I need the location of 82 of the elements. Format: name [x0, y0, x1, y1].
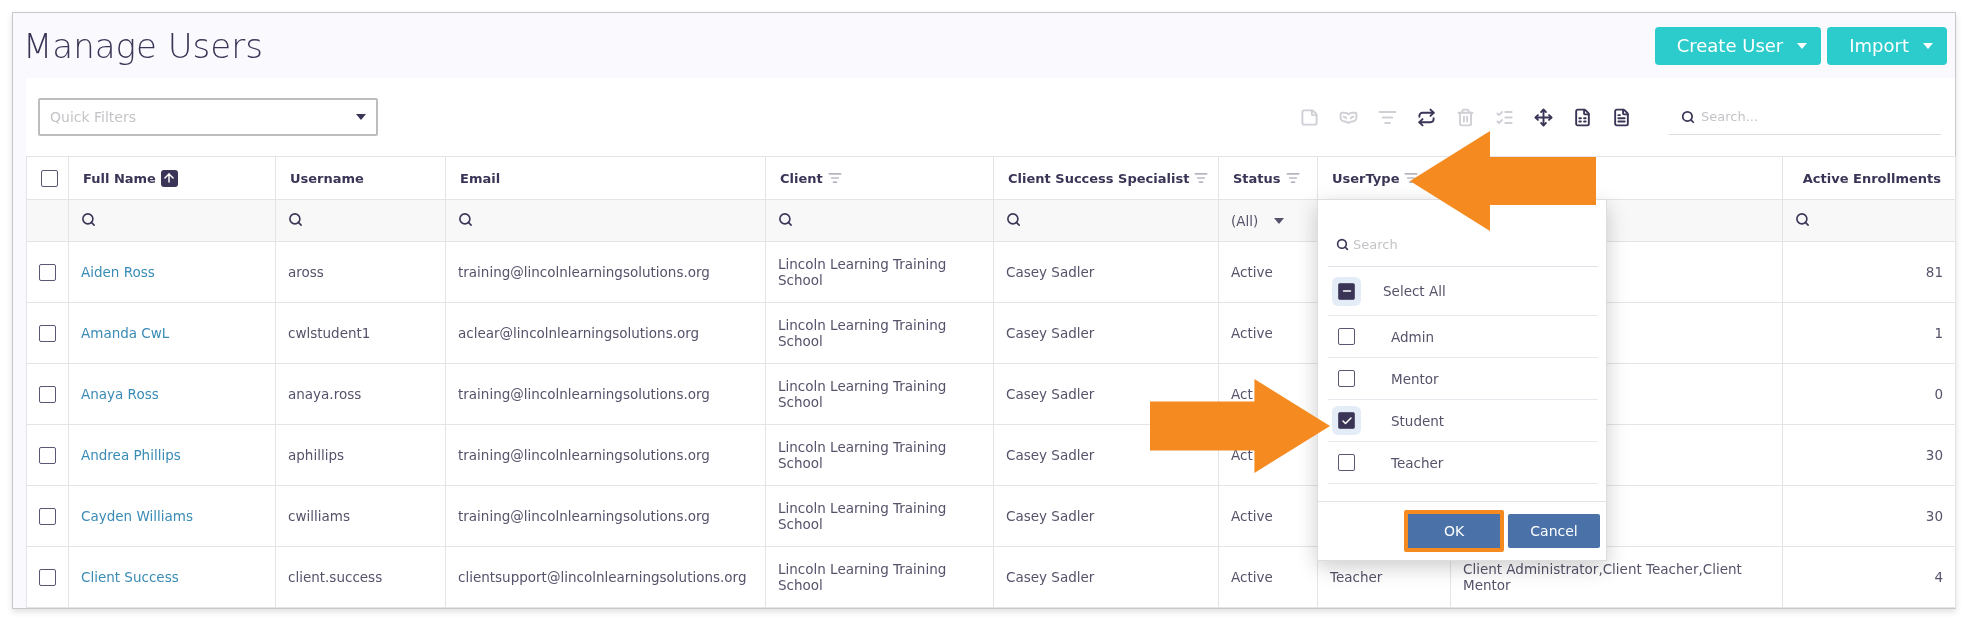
user-name-link[interactable]: Andrea Phillips [81, 446, 181, 463]
table-cell: cwilliams [288, 507, 350, 524]
table-cell: cwlstudent1 [288, 324, 371, 341]
table-cell: Active [1231, 324, 1273, 341]
ok-button[interactable]: OK [1404, 510, 1504, 552]
column-header[interactable]: Username [290, 170, 364, 186]
table-cell: 4 [1934, 568, 1943, 585]
checkbox[interactable] [1338, 328, 1355, 345]
table-cell: Lincoln Learning Training School [778, 316, 947, 349]
table-cell: training@lincolnlearningsolutions.org [458, 446, 710, 463]
checkbox[interactable] [1338, 454, 1355, 471]
option-label[interactable]: Teacher [1391, 454, 1444, 471]
search-icon [1336, 237, 1349, 251]
table-cell: Active [1231, 568, 1273, 585]
check-icon [1340, 414, 1353, 427]
search-icon [1681, 109, 1695, 124]
checkbox[interactable] [41, 169, 58, 187]
search-icon[interactable] [288, 211, 303, 227]
column-header[interactable]: Status [1233, 170, 1281, 186]
table-cell: Lincoln Learning Training School [778, 438, 947, 471]
user-name-link[interactable]: Anaya Ross [81, 385, 159, 402]
checkbox[interactable] [39, 263, 56, 281]
table-cell: aclear@lincolnlearningsolutions.org [458, 324, 700, 341]
table-cell: Client Administrator,Client Teacher,Client Mentor [1463, 560, 1742, 593]
page-title: Manage Users [23, 25, 263, 66]
table-cell: Lincoln Learning Training School [778, 377, 947, 410]
search-icon[interactable] [458, 211, 473, 227]
repeat-icon[interactable] [1417, 107, 1436, 127]
table-cell: 30 [1925, 507, 1943, 524]
move-icon[interactable] [1534, 107, 1553, 127]
option-label[interactable]: Select All [1383, 283, 1446, 299]
column-header[interactable]: Email [460, 170, 501, 186]
option-label[interactable]: Mentor [1391, 370, 1439, 387]
user-name-link[interactable]: Client Success [81, 568, 179, 585]
column-header[interactable]: Full Name [83, 170, 156, 186]
table-cell: training@lincolnlearningsolutions.org [458, 263, 710, 280]
table-cell: Casey Sadler [1006, 568, 1095, 585]
table-cell: Active [1231, 263, 1273, 280]
table-cell: clientsupport@lincolnlearningsolutions.org [458, 568, 747, 585]
table-cell: anaya.ross [288, 385, 362, 402]
sort-ascending-icon[interactable] [160, 169, 178, 187]
option-label[interactable]: Student [1391, 412, 1445, 429]
checkbox[interactable] [39, 385, 56, 403]
table-cell: Casey Sadler [1006, 507, 1095, 524]
table-cell: client.success [288, 568, 383, 585]
document-icon[interactable] [1612, 107, 1631, 127]
table-cell: training@lincolnlearningsolutions.org [458, 507, 710, 524]
checkbox[interactable] [39, 446, 56, 464]
table-cell: Casey Sadler [1006, 263, 1095, 280]
table-cell: Casey Sadler [1006, 446, 1095, 463]
user-name-link[interactable]: Amanda CwL [81, 324, 170, 341]
table-cell: Act [1231, 446, 1253, 463]
checkbox[interactable] [39, 324, 56, 342]
search-icon[interactable] [1006, 211, 1021, 227]
column-header[interactable]: Client [780, 170, 823, 186]
user-name-link[interactable]: Cayden Williams [81, 507, 193, 524]
table-cell: Casey Sadler [1006, 385, 1095, 402]
table-cell: Lincoln Learning Training School [778, 255, 947, 288]
user-name-link[interactable]: Aiden Ross [81, 263, 155, 280]
table-cell: aross [288, 263, 324, 280]
table-cell: Active [1231, 507, 1273, 524]
checkbox[interactable] [1338, 370, 1355, 387]
table-cell: Casey Sadler [1006, 324, 1095, 341]
table-cell: 30 [1925, 446, 1943, 463]
checkbox[interactable] [39, 568, 56, 586]
table-cell: Teacher [1330, 568, 1383, 585]
table-cell: 0 [1934, 385, 1943, 402]
table-cell: Lincoln Learning Training School [778, 560, 947, 593]
column-header[interactable]: UserType [1332, 170, 1400, 186]
checkbox[interactable] [39, 507, 56, 525]
table-cell: Lincoln Learning Training School [778, 499, 947, 532]
search-icon[interactable] [1795, 211, 1810, 227]
table-cell: 1 [1934, 324, 1943, 341]
table-cell: Act [1231, 385, 1253, 402]
table-cell: 81 [1925, 263, 1943, 280]
table-cell: aphillips [288, 446, 344, 463]
table-cell: training@lincolnlearningsolutions.org [458, 385, 710, 402]
cancel-button[interactable]: Cancel [1508, 514, 1600, 548]
spreadsheet-icon[interactable] [1573, 107, 1592, 127]
search-icon[interactable] [778, 211, 793, 227]
search-icon[interactable] [81, 211, 96, 227]
option-label[interactable]: Admin [1391, 328, 1435, 345]
